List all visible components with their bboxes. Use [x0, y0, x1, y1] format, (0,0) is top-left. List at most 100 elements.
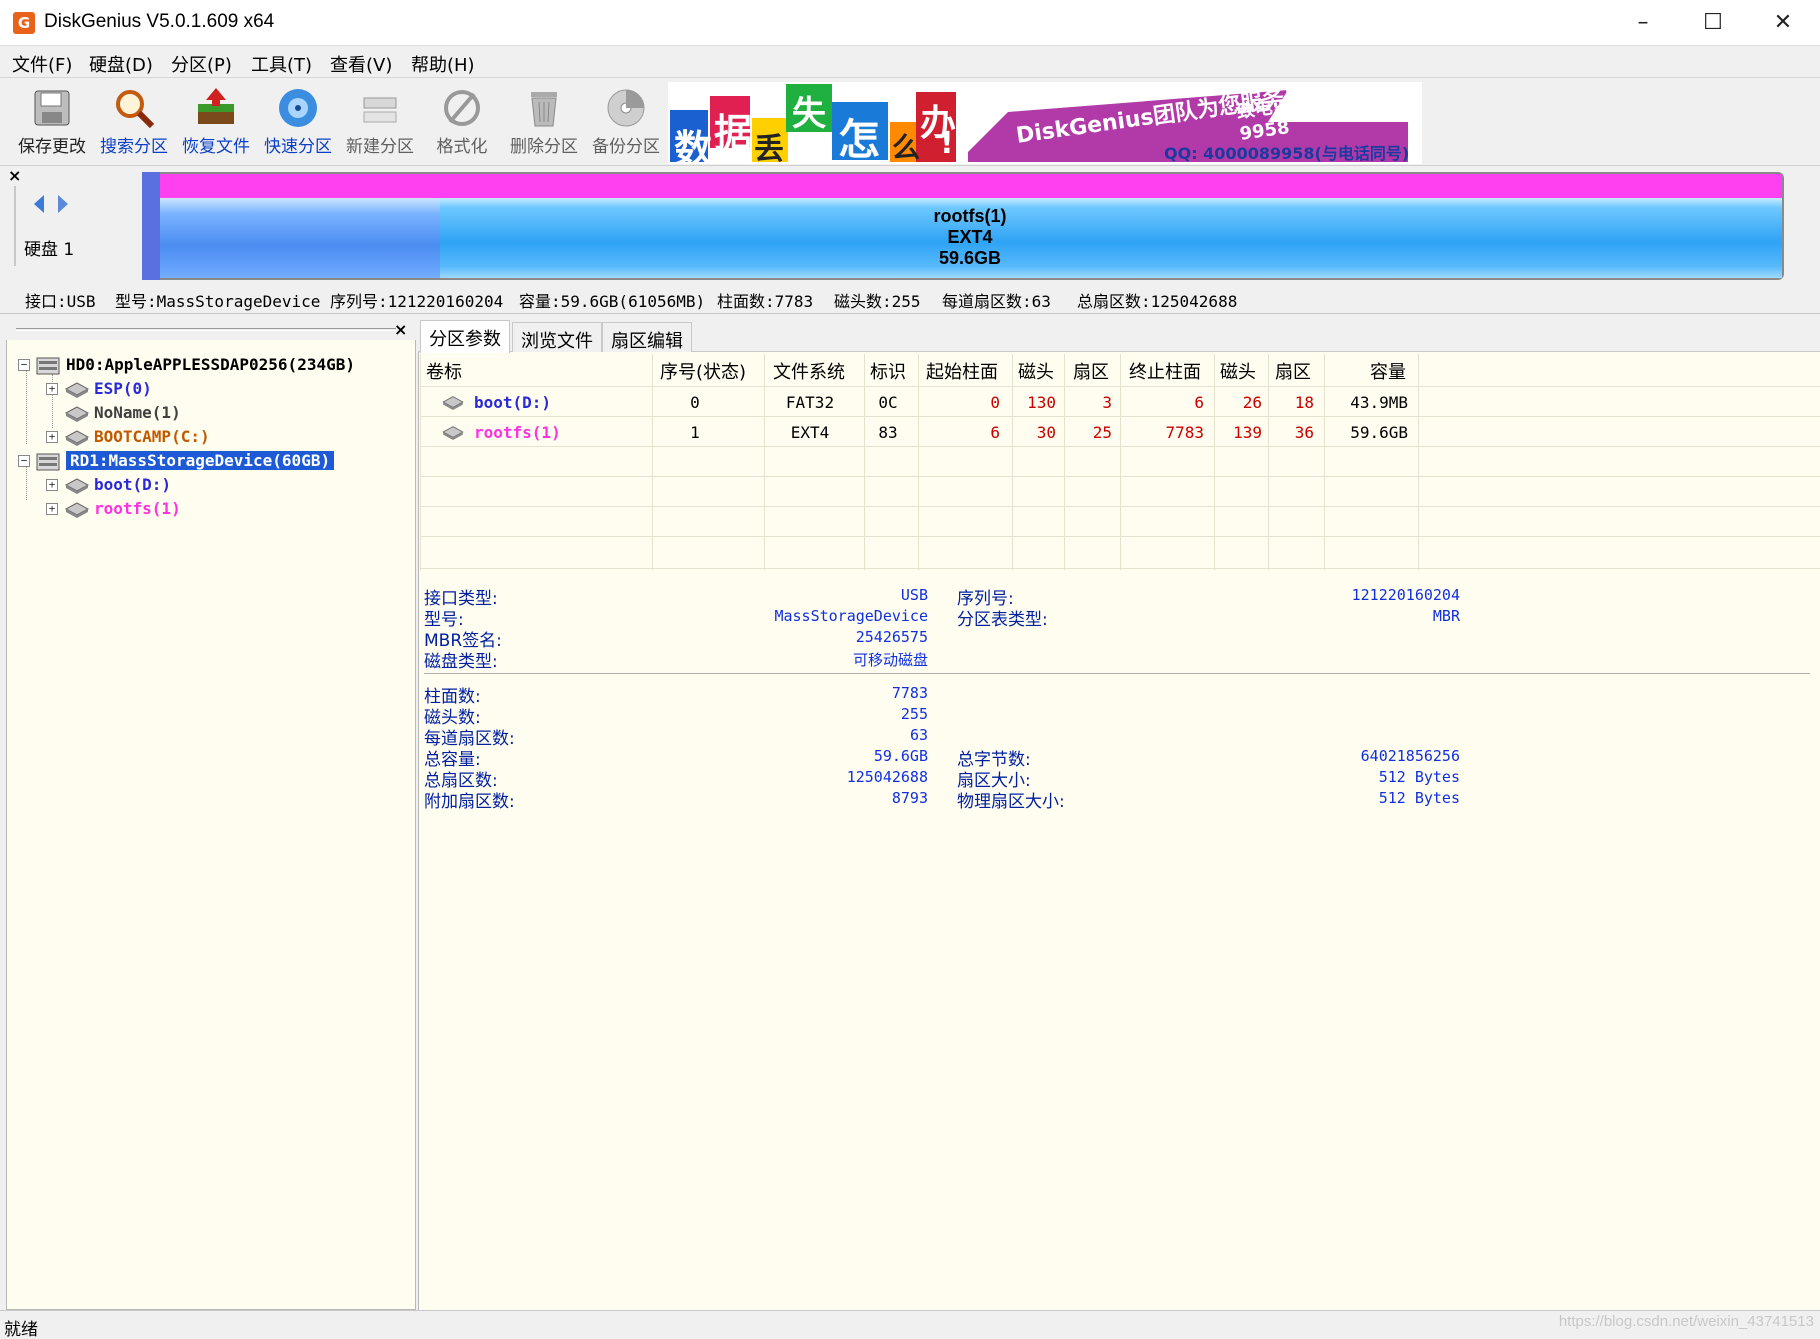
menu-help[interactable]: 帮助(H): [411, 51, 475, 77]
previous-disk-icon[interactable]: [32, 193, 46, 215]
table-header-cell[interactable]: 终止柱面: [1129, 358, 1201, 384]
table-cell: 43.9MB: [1350, 393, 1408, 412]
boot-partition-segment[interactable]: [142, 172, 160, 280]
tree-partition-item[interactable]: rootfs(1): [94, 499, 181, 518]
table-cell-name[interactable]: rootfs(1): [474, 423, 561, 442]
tree-expander-icon[interactable]: +: [46, 383, 58, 395]
disk-number-label: 硬盘 1: [24, 240, 75, 260]
disk-info-bar: 接口:USB 型号:MassStorageDevice 序列号:12122016…: [0, 284, 1820, 314]
banner-char-1: 数: [674, 127, 713, 164]
table-header-cell[interactable]: 序号(状态): [660, 358, 746, 384]
table-cell: FAT32: [785, 393, 835, 412]
search-partition-button[interactable]: 搜索分区: [94, 80, 174, 164]
table-cell: 130: [1027, 393, 1056, 412]
partition-bar-text: rootfs(1) EXT4 59.6GB: [880, 206, 1060, 269]
tab-partition-params[interactable]: 分区参数: [420, 320, 510, 353]
table-cell: 18: [1294, 393, 1314, 412]
banner-char-6: 么: [892, 131, 921, 164]
table-cell: 0: [990, 393, 1000, 412]
new-partition-button[interactable]: 新建分区: [340, 80, 420, 164]
banner-qq: QQ: 4000089958(与电话同号): [1164, 144, 1410, 163]
detail-value: 64021856256: [1360, 747, 1460, 765]
tree-close-icon[interactable]: ×: [394, 320, 407, 339]
detail-value: 255: [900, 705, 928, 723]
tab-sector-editor[interactable]: 扇区编辑: [602, 322, 692, 352]
search-partition-icon: [116, 90, 155, 129]
delete-partition-button[interactable]: 删除分区: [504, 80, 584, 164]
detail-label: 附加扇区数:: [424, 792, 515, 812]
table-header-cell[interactable]: 标识: [870, 358, 906, 384]
partition-size: 59.6GB: [938, 248, 1002, 268]
format-label: 格式化: [436, 137, 488, 157]
detail-value: 63: [909, 726, 928, 744]
recover-files-label: 恢复文件: [182, 137, 250, 157]
detail-label: 分区表类型:: [957, 610, 1048, 630]
save-icon: [34, 90, 70, 126]
close-button[interactable]: ✕: [1748, 0, 1818, 46]
table-header-cell[interactable]: 卷标: [426, 358, 462, 384]
disk-model: 型号:MassStorageDevice: [115, 292, 321, 311]
menu-partition[interactable]: 分区(P): [171, 51, 232, 77]
table-header-cell[interactable]: 扇区: [1073, 358, 1109, 384]
recover-files-button[interactable]: 恢复文件: [176, 80, 256, 164]
detail-label: 磁盘类型:: [424, 652, 498, 672]
format-button[interactable]: 格式化: [422, 80, 502, 164]
detail-value: 512 Bytes: [1378, 768, 1460, 786]
minimize-button[interactable]: –: [1608, 0, 1678, 46]
tree-expander-icon[interactable]: −: [18, 455, 30, 467]
table-cell: 3: [1102, 393, 1112, 412]
detail-value: 8793: [891, 789, 928, 807]
recover-files-icon: [198, 88, 234, 124]
table-header-cell[interactable]: 起始柱面: [926, 358, 998, 384]
next-disk-icon[interactable]: [56, 193, 70, 215]
tree-disk-item[interactable]: HD0:AppleAPPLESSDAP0256(234GB): [66, 355, 355, 374]
format-icon: [444, 90, 480, 126]
quick-partition-label: 快速分区: [264, 137, 332, 157]
table-header-cell[interactable]: 容量: [1370, 358, 1406, 384]
table-cell-name[interactable]: boot(D:): [474, 393, 551, 412]
detail-value: 512 Bytes: [1378, 789, 1460, 807]
menu-view[interactable]: 查看(V): [330, 51, 392, 77]
quick-partition-button[interactable]: 快速分区: [258, 80, 338, 164]
menu-file[interactable]: 文件(F): [12, 51, 72, 77]
table-cell: 0C: [878, 393, 898, 412]
tree-disk-item[interactable]: RD1:MassStorageDevice(60GB): [64, 450, 336, 471]
promo-banner[interactable]: 数 据 丢 失 怎 么 办 ! DiskGenius团队为您服务! 致电: 40…: [668, 82, 1422, 164]
table-cell: 7783: [1165, 423, 1204, 442]
banner-char-2: 据: [714, 111, 753, 155]
tree-partition-item[interactable]: NoName(1): [94, 403, 181, 422]
tree-expander-icon[interactable]: +: [46, 431, 58, 443]
menu-tools[interactable]: 工具(T): [251, 51, 312, 77]
save-changes-button[interactable]: 保存更改: [12, 80, 92, 164]
hard-disk-icon: [36, 357, 60, 375]
disk-total-sectors: 总扇区数:125042688: [1077, 292, 1238, 311]
detail-label: 物理扇区大小:: [957, 792, 1065, 812]
table-cell: 26: [1242, 393, 1262, 412]
tree-partition-item[interactable]: ESP(0): [94, 379, 152, 398]
tree-partition-item[interactable]: BOOTCAMP(C:): [94, 427, 210, 446]
disk-map-close-icon[interactable]: ×: [8, 166, 21, 185]
table-header-cell[interactable]: 文件系统: [773, 358, 845, 384]
table-header-cell[interactable]: 扇区: [1275, 358, 1311, 384]
table-header-cell[interactable]: 磁头: [1018, 358, 1054, 384]
detail-value: 25426575: [855, 628, 928, 646]
backup-partition-button[interactable]: 备份分区: [586, 80, 666, 164]
delete-partition-label: 删除分区: [510, 137, 578, 157]
tree-partition-item[interactable]: boot(D:): [94, 475, 171, 494]
tab-browse-files[interactable]: 浏览文件: [512, 322, 602, 352]
maximize-button[interactable]: ☐: [1678, 0, 1748, 46]
detail-value: USB: [900, 586, 928, 604]
tree-expander-icon[interactable]: −: [18, 359, 30, 371]
tree-expander-icon[interactable]: +: [46, 479, 58, 491]
menu-disk[interactable]: 硬盘(D): [89, 51, 153, 77]
table-cell: 36: [1294, 423, 1314, 442]
delete-partition-icon: [531, 92, 557, 127]
detail-value: 121220160204: [1351, 586, 1460, 604]
tree-expander-icon[interactable]: +: [46, 503, 58, 515]
table-cell: 139: [1233, 423, 1262, 442]
disk-interface: 接口:USB: [25, 292, 96, 311]
table-cell: 6: [1194, 393, 1204, 412]
table-header-cell[interactable]: 磁头: [1220, 358, 1256, 384]
disk-heads: 磁头数:255: [834, 292, 921, 311]
disk-serial: 序列号:121220160204: [330, 292, 504, 311]
